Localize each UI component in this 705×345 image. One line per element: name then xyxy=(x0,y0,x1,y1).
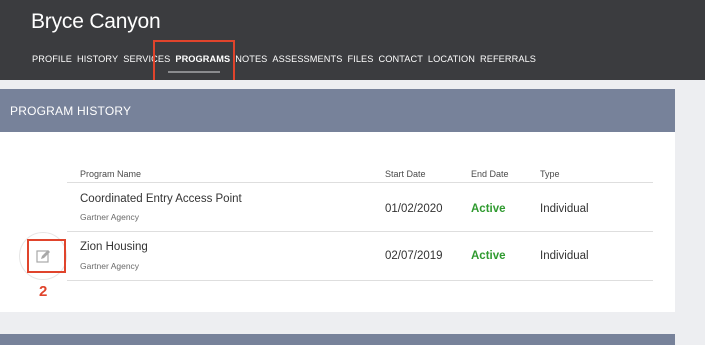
program-agency: Gartner Agency xyxy=(80,212,140,222)
program-history-panel xyxy=(0,132,675,312)
program-history-header: PROGRAM HISTORY xyxy=(0,89,675,132)
program-end-date: Active xyxy=(471,203,506,215)
column-header-start-date: Start Date xyxy=(385,169,426,179)
column-header-end-date: End Date xyxy=(471,169,509,179)
panel-title: PROGRAM HISTORY xyxy=(10,104,132,118)
next-panel-header xyxy=(0,334,675,345)
tab-files[interactable]: FILES xyxy=(347,54,373,68)
content-gutter-bottom xyxy=(0,312,675,334)
column-header-program-name: Program Name xyxy=(80,169,142,179)
client-nav-tabs: PROFILE HISTORY SERVICES PROGRAMS NOTES … xyxy=(32,54,541,68)
row-divider xyxy=(67,280,653,281)
program-end-date: Active xyxy=(471,250,506,262)
program-start-date: 02/07/2019 xyxy=(385,250,443,262)
tab-history[interactable]: HISTORY xyxy=(77,54,118,68)
annotation-box-1 xyxy=(153,40,235,85)
row-divider xyxy=(67,231,653,232)
column-header-type: Type xyxy=(540,169,560,179)
program-name[interactable]: Coordinated Entry Access Point xyxy=(80,193,242,205)
tab-assessments[interactable]: ASSESSMENTS xyxy=(272,54,342,68)
annotation-number-2: 2 xyxy=(39,283,48,300)
client-name: Bryce Canyon xyxy=(31,10,161,33)
content-gutter xyxy=(0,80,705,89)
right-sidebar xyxy=(675,80,705,345)
program-name[interactable]: Zion Housing xyxy=(80,241,148,253)
program-type: Individual xyxy=(540,250,589,262)
tab-notes[interactable]: NOTES xyxy=(235,54,267,68)
tab-referrals[interactable]: REFERRALS xyxy=(480,54,536,68)
tab-profile[interactable]: PROFILE xyxy=(32,54,72,68)
program-agency: Gartner Agency xyxy=(80,261,140,271)
program-type: Individual xyxy=(540,203,589,215)
header-divider xyxy=(67,182,653,183)
program-start-date: 01/02/2020 xyxy=(385,203,443,215)
tab-contact[interactable]: CONTACT xyxy=(378,54,422,68)
annotation-box-2 xyxy=(27,239,66,273)
tab-location[interactable]: LOCATION xyxy=(428,54,475,68)
